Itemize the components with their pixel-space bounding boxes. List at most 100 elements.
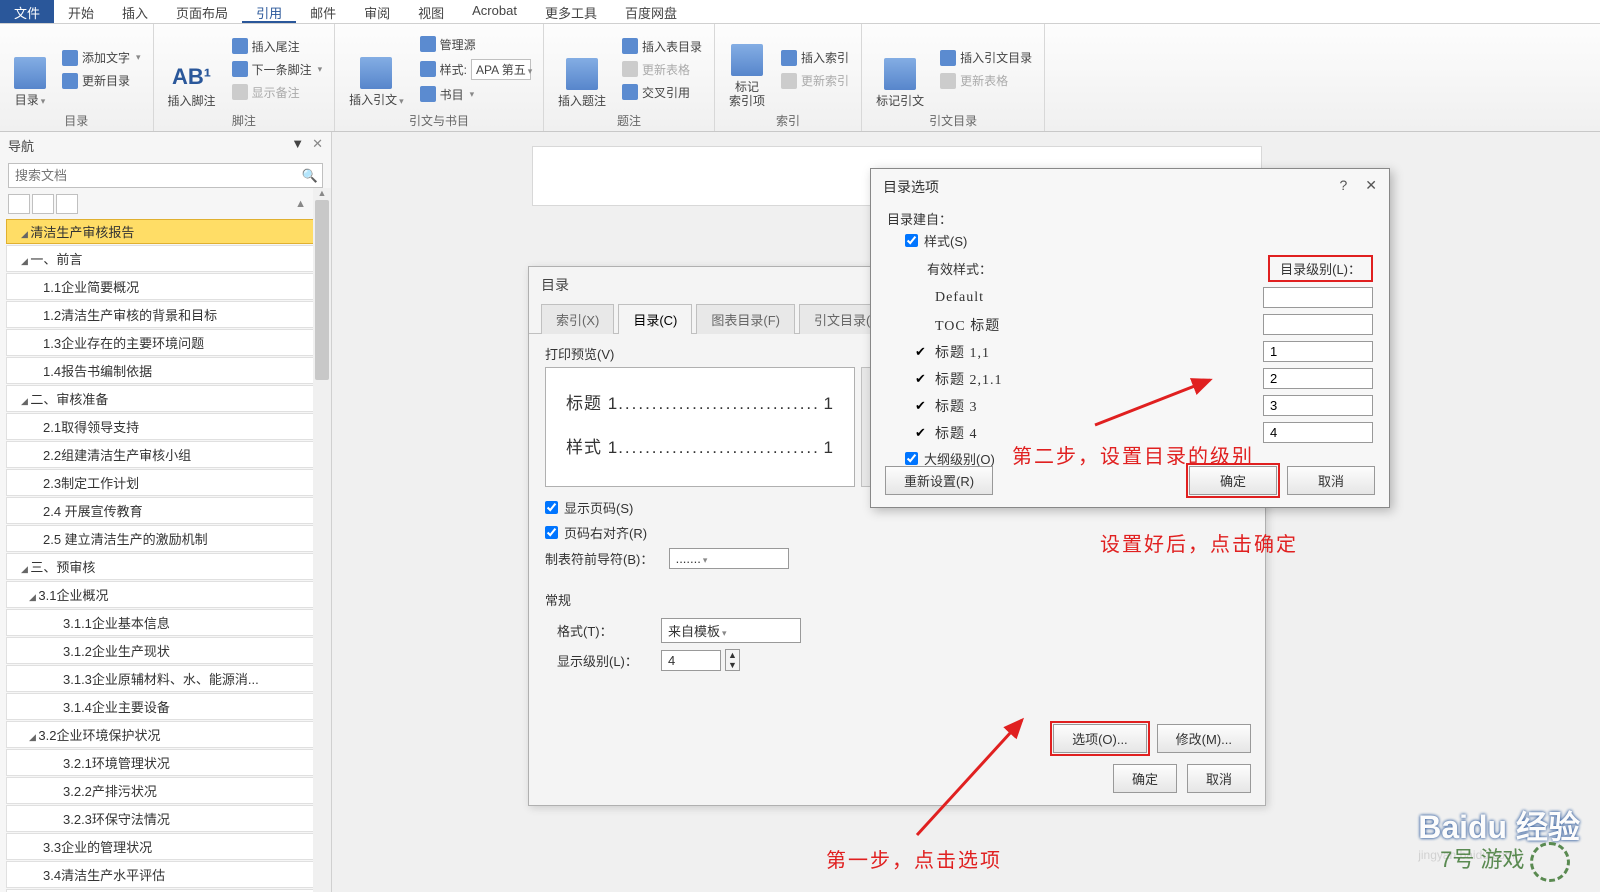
style-row: TOC 标题 bbox=[915, 311, 1373, 338]
nav-item[interactable]: 3.2企业环境保护状况 bbox=[6, 721, 325, 748]
nav-item[interactable]: 三、预审核 bbox=[6, 553, 325, 580]
insert-caption-button[interactable]: 插入题注 bbox=[552, 28, 612, 110]
nav-item[interactable]: 2.3制定工作计划 bbox=[6, 469, 325, 496]
nav-item[interactable]: 1.3企业存在的主要环境问题 bbox=[6, 329, 325, 356]
add-text-button[interactable]: 添加文字 bbox=[58, 47, 145, 68]
options-cancel-button[interactable]: 取消 bbox=[1287, 466, 1375, 495]
nav-item[interactable]: 一、前言 bbox=[6, 245, 325, 272]
nav-item[interactable]: 2.5 建立清洁生产的激励机制 bbox=[6, 525, 325, 552]
menu-文件[interactable]: 文件 bbox=[0, 0, 54, 23]
nav-item[interactable]: 3.1.3企业原辅材料、水、能源消... bbox=[6, 665, 325, 692]
show-levels-spinner[interactable]: 4 bbox=[661, 650, 721, 671]
citation-style-button[interactable]: 样式:APA 第五 bbox=[416, 57, 535, 82]
scroll-thumb[interactable] bbox=[315, 200, 329, 380]
insert-footnote-button[interactable]: AB¹插入脚注 bbox=[162, 28, 222, 110]
insert-toc-auth-button[interactable]: 插入引文目录 bbox=[936, 47, 1036, 68]
group-label: 引文与书目 bbox=[343, 110, 535, 129]
close-button[interactable]: ✕ bbox=[1365, 177, 1377, 197]
next-footnote-button[interactable]: 下一条脚注 bbox=[228, 59, 327, 80]
style-check-icon: ✔ bbox=[915, 344, 935, 360]
insert-endnote-button[interactable]: 插入尾注 bbox=[228, 36, 327, 57]
ribbon-group-footnote: AB¹插入脚注 插入尾注 下一条脚注 显示备注 脚注 bbox=[154, 24, 336, 131]
nav-item[interactable]: 清洁生产审核报告 bbox=[6, 219, 325, 244]
nav-item[interactable]: 1.1企业简要概况 bbox=[6, 273, 325, 300]
ribbon-group-toc: 目录 添加文字 更新目录 目录 bbox=[0, 24, 154, 131]
nav-item[interactable]: 3.3企业的管理状况 bbox=[6, 833, 325, 860]
style-icon bbox=[420, 61, 436, 77]
menu-审阅[interactable]: 审阅 bbox=[350, 0, 404, 23]
update-index-button[interactable]: 更新索引 bbox=[777, 70, 853, 91]
spinner-buttons[interactable]: ▲▼ bbox=[725, 649, 740, 671]
nav-search-input[interactable] bbox=[9, 164, 298, 187]
menu-邮件[interactable]: 邮件 bbox=[296, 0, 350, 23]
search-icon[interactable]: 🔍 bbox=[298, 164, 322, 187]
toc-tab[interactable]: 目录(C) bbox=[618, 304, 692, 334]
toc-cancel-button[interactable]: 取消 bbox=[1187, 764, 1251, 793]
nav-item[interactable]: 3.2.3环保守法情况 bbox=[6, 805, 325, 832]
menu-页面布局[interactable]: 页面布局 bbox=[162, 0, 242, 23]
menu-视图[interactable]: 视图 bbox=[404, 0, 458, 23]
toc-level-input[interactable] bbox=[1263, 314, 1373, 335]
nav-item[interactable]: 3.1.1企业基本信息 bbox=[6, 609, 325, 636]
insert-index-button[interactable]: 插入索引 bbox=[777, 47, 853, 68]
mark-citation-button[interactable]: 标记引文 bbox=[870, 28, 930, 110]
nav-item[interactable]: 3.1企业概况 bbox=[6, 581, 325, 608]
bibliography-button[interactable]: 书目 bbox=[416, 84, 535, 105]
nav-item[interactable]: 3.1.2企业生产现状 bbox=[6, 637, 325, 664]
options-button[interactable]: 选项(O)... bbox=[1053, 724, 1147, 753]
nav-item[interactable]: 3.1.4企业主要设备 bbox=[6, 693, 325, 720]
reset-button[interactable]: 重新设置(R) bbox=[885, 466, 993, 495]
toc-level-input[interactable] bbox=[1263, 287, 1373, 308]
styles-checkbox[interactable]: 样式(S) bbox=[887, 228, 1373, 253]
menu-更多工具[interactable]: 更多工具 bbox=[531, 0, 611, 23]
nav-tab-pages[interactable] bbox=[32, 194, 54, 214]
nav-item[interactable]: 二、审核准备 bbox=[6, 385, 325, 412]
style-name: 标题 2,1.1 bbox=[935, 369, 1263, 389]
toc-ok-button[interactable]: 确定 bbox=[1113, 764, 1177, 793]
toc-level-input[interactable] bbox=[1263, 368, 1373, 389]
help-button[interactable]: ? bbox=[1339, 177, 1347, 197]
ribbon: 目录 添加文字 更新目录 目录 AB¹插入脚注 插入尾注 下一条脚注 显示备注 … bbox=[0, 24, 1600, 132]
navigation-pane: 导航 ▼✕ 🔍 ▲ ▼ 清洁生产审核报告一、前言1.1企业简要概况1.2清洁生产… bbox=[0, 132, 332, 892]
right-align-checkbox[interactable]: 页码右对齐(R) bbox=[545, 520, 1249, 545]
upd-tbl-icon bbox=[622, 61, 638, 77]
insert-citation-button[interactable]: 插入引文 bbox=[343, 28, 410, 110]
nav-tab-results[interactable] bbox=[56, 194, 78, 214]
menu-引用[interactable]: 引用 bbox=[242, 0, 296, 23]
toc-level-input[interactable] bbox=[1263, 395, 1373, 416]
toc-level-input[interactable] bbox=[1263, 422, 1373, 443]
mark-index-button[interactable]: 标记 索引项 bbox=[723, 28, 771, 110]
menu-Acrobat[interactable]: Acrobat bbox=[458, 0, 531, 23]
nav-scrollbar[interactable]: ▲ bbox=[313, 188, 331, 892]
update-table-button[interactable]: 更新表格 bbox=[618, 59, 706, 80]
menu-开始[interactable]: 开始 bbox=[54, 0, 108, 23]
nav-tab-headings[interactable] bbox=[8, 194, 30, 214]
nav-item[interactable]: 1.2清洁生产审核的背景和目标 bbox=[6, 301, 325, 328]
menu-百度网盘[interactable]: 百度网盘 bbox=[611, 0, 691, 23]
cross-ref-button[interactable]: 交叉引用 bbox=[618, 82, 706, 103]
nav-dropdown[interactable]: ▼ bbox=[291, 136, 304, 151]
modify-button[interactable]: 修改(M)... bbox=[1157, 724, 1251, 753]
nav-item[interactable]: 3.2.2产排污状况 bbox=[6, 777, 325, 804]
insert-tof-button[interactable]: 插入表目录 bbox=[618, 36, 706, 57]
nav-item[interactable]: 1.4报告书编制依据 bbox=[6, 357, 325, 384]
update-toa-button[interactable]: 更新表格 bbox=[936, 70, 1036, 91]
nav-item[interactable]: 2.4 开展宣传教育 bbox=[6, 497, 325, 524]
nav-item[interactable]: 2.2组建清洁生产审核小组 bbox=[6, 441, 325, 468]
format-select[interactable]: 来自模板 bbox=[661, 618, 801, 643]
style-row: ✔标题 2,1.1 bbox=[915, 365, 1373, 392]
options-ok-button[interactable]: 确定 bbox=[1189, 466, 1277, 495]
toc-tab[interactable]: 图表目录(F) bbox=[696, 304, 795, 334]
toc-button[interactable]: 目录 bbox=[8, 28, 52, 110]
menu-插入[interactable]: 插入 bbox=[108, 0, 162, 23]
tab-leader-select[interactable]: ....... bbox=[669, 548, 789, 569]
nav-item[interactable]: 3.2.1环境管理状况 bbox=[6, 749, 325, 776]
nav-close-button[interactable]: ✕ bbox=[312, 136, 323, 151]
manage-sources-button[interactable]: 管理源 bbox=[416, 34, 535, 55]
toc-tab[interactable]: 索引(X) bbox=[541, 304, 614, 334]
nav-item[interactable]: 3.4清洁生产水平评估 bbox=[6, 861, 325, 888]
nav-item[interactable]: 2.1取得领导支持 bbox=[6, 413, 325, 440]
update-toc-button[interactable]: 更新目录 bbox=[58, 70, 145, 91]
toc-level-input[interactable] bbox=[1263, 341, 1373, 362]
show-notes-button[interactable]: 显示备注 bbox=[228, 82, 327, 103]
